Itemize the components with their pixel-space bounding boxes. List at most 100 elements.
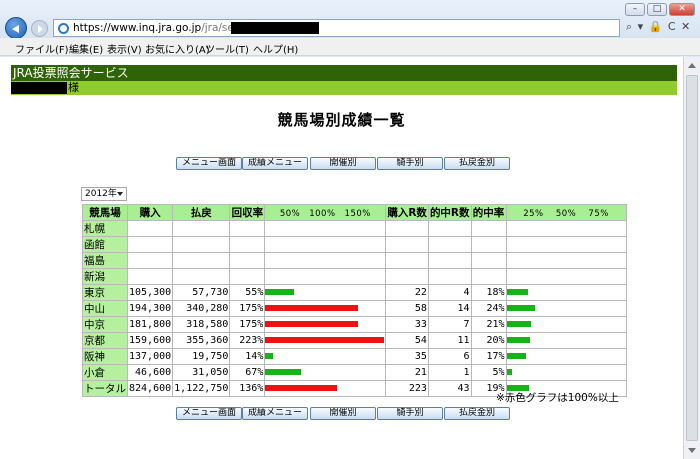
cell-bought-races: 35 bbox=[385, 348, 429, 365]
url-host: www.inq.jra.go.jp bbox=[110, 22, 202, 34]
cell-purchase bbox=[126, 236, 174, 253]
by-meeting-button-bottom[interactable]: 開催別 bbox=[310, 407, 376, 420]
cell-payout: 31,050 bbox=[172, 364, 231, 381]
cell-hit-races: 14 bbox=[427, 300, 472, 317]
cell-return-bar bbox=[264, 316, 387, 333]
table-row: 東京 105,300 57,730 55% 22 4 18% bbox=[82, 284, 627, 301]
hit-rate-bar bbox=[507, 321, 532, 327]
hit-rate-bar bbox=[507, 369, 513, 375]
cell-payout: 355,360 bbox=[172, 332, 231, 349]
cell-return-bar bbox=[264, 380, 387, 397]
cell-bought-races bbox=[385, 220, 429, 237]
cell-payout: 57,730 bbox=[172, 284, 231, 301]
cell-venue: 函館 bbox=[82, 236, 128, 253]
menu-favorites[interactable]: お気に入り(A) bbox=[145, 41, 210, 56]
col-return-scale: 50% 100% 150% bbox=[264, 204, 387, 221]
menu-view[interactable]: 表示(V) bbox=[107, 41, 142, 56]
table-row: 阪神 137,000 19,750 14% 35 6 17% bbox=[82, 348, 627, 365]
hit-rate-bar bbox=[507, 289, 528, 295]
cell-venue: 札幌 bbox=[82, 220, 128, 237]
scroll-down-arrow-icon[interactable] bbox=[688, 448, 696, 453]
cell-hit-bar bbox=[505, 252, 627, 269]
by-jockey-button-bottom[interactable]: 騎手別 bbox=[377, 407, 443, 420]
results-menu-button[interactable]: 成績メニュー bbox=[242, 157, 308, 170]
cell-payout: 318,580 bbox=[172, 316, 231, 333]
menu-screen-button-bottom[interactable]: メニュー画面 bbox=[176, 407, 242, 420]
cell-return-bar bbox=[264, 252, 387, 269]
cell-hit-races bbox=[427, 268, 472, 285]
table-row: 小倉 46,600 31,050 67% 21 1 5% bbox=[82, 364, 627, 381]
user-suffix: 様 bbox=[68, 81, 79, 94]
cell-venue: 阪神 bbox=[82, 348, 128, 365]
cell-bought-races bbox=[385, 252, 429, 269]
cell-payout bbox=[172, 220, 231, 237]
return-rate-bar bbox=[265, 321, 359, 327]
results-menu-button-bottom[interactable]: 成績メニュー bbox=[242, 407, 308, 420]
cell-return-rate: 14% bbox=[229, 348, 266, 365]
back-button[interactable] bbox=[5, 17, 27, 39]
forward-button[interactable] bbox=[31, 20, 48, 37]
page-viewport: JRA投票照会サービス 様 競馬場別成績一覧 メニュー画面 成績メニュー 開催別… bbox=[0, 57, 683, 459]
hit-rate-bar bbox=[507, 353, 527, 359]
by-jockey-button[interactable]: 騎手別 bbox=[377, 157, 443, 170]
cell-bought-races: 58 bbox=[385, 300, 429, 317]
cell-purchase: 46,600 bbox=[126, 364, 174, 381]
cell-hit-races: 1 bbox=[427, 364, 472, 381]
cell-return-rate: 55% bbox=[229, 284, 266, 301]
chart-note: ※赤色グラフは100%以上 bbox=[496, 392, 619, 404]
vertical-scrollbar[interactable] bbox=[683, 57, 700, 459]
table-row: 福島 bbox=[82, 252, 627, 269]
cell-payout: 340,280 bbox=[172, 300, 231, 317]
cell-hit-bar bbox=[505, 236, 627, 253]
scroll-up-arrow-icon[interactable] bbox=[688, 63, 696, 68]
scroll-thumb[interactable] bbox=[686, 75, 698, 441]
by-meeting-button[interactable]: 開催別 bbox=[310, 157, 376, 170]
service-header: JRA投票照会サービス bbox=[11, 65, 677, 81]
browser-toolbar: https://www.inq.jra.go.jp/jra/servlet/JR… bbox=[0, 0, 700, 39]
maximize-button[interactable]: □ bbox=[647, 3, 667, 16]
col-hit-races: 的中R数 bbox=[427, 204, 472, 221]
cell-venue: 京都 bbox=[82, 332, 128, 349]
col-hit-rate: 的中率 bbox=[470, 204, 507, 221]
cell-hit-rate: 20% bbox=[470, 332, 507, 349]
cell-bought-races: 54 bbox=[385, 332, 429, 349]
by-payout-button-bottom[interactable]: 払戻金別 bbox=[444, 407, 510, 420]
minimize-button[interactable]: – bbox=[625, 3, 645, 16]
by-payout-button[interactable]: 払戻金別 bbox=[444, 157, 510, 170]
menu-file[interactable]: ファイル(F) bbox=[15, 41, 69, 56]
cell-return-rate: 136% bbox=[229, 380, 266, 397]
cell-return-rate: 175% bbox=[229, 316, 266, 333]
address-controls[interactable]: ⌕ ▾ 🔒 C ✕ bbox=[626, 20, 691, 34]
table-row: 新潟 bbox=[82, 268, 627, 285]
cell-hit-rate bbox=[470, 268, 507, 285]
table-row: 札幌 bbox=[82, 220, 627, 237]
cell-venue: 東京 bbox=[82, 284, 128, 301]
year-select[interactable]: 2012年 bbox=[81, 187, 127, 201]
address-bar[interactable]: https://www.inq.jra.go.jp/jra/servlet/JR… bbox=[53, 19, 620, 37]
cell-hit-rate: 18% bbox=[470, 284, 507, 301]
cell-return-bar bbox=[264, 348, 387, 365]
cell-hit-races bbox=[427, 220, 472, 237]
cell-hit-bar bbox=[505, 348, 627, 365]
cell-hit-rate bbox=[470, 220, 507, 237]
cell-venue: トータル bbox=[82, 380, 128, 397]
cell-hit-bar bbox=[505, 220, 627, 237]
cell-hit-bar bbox=[505, 364, 627, 381]
cell-bought-races: 33 bbox=[385, 316, 429, 333]
cell-hit-rate bbox=[470, 236, 507, 253]
cell-return-bar bbox=[264, 332, 387, 349]
chevron-down-icon bbox=[117, 192, 123, 196]
menu-screen-button[interactable]: メニュー画面 bbox=[176, 157, 242, 170]
menu-tools[interactable]: ツール(T) bbox=[205, 41, 249, 56]
col-purchase: 購入 bbox=[126, 204, 174, 221]
menu-help[interactable]: ヘルプ(H) bbox=[253, 41, 298, 56]
return-rate-bar bbox=[265, 305, 359, 311]
close-button[interactable]: ✕ bbox=[669, 3, 695, 16]
cell-purchase: 181,800 bbox=[126, 316, 174, 333]
cell-payout: 1,122,750 bbox=[172, 380, 231, 397]
cell-venue: 福島 bbox=[82, 252, 128, 269]
cell-return-rate: 175% bbox=[229, 300, 266, 317]
cell-return-rate: 223% bbox=[229, 332, 266, 349]
menu-edit[interactable]: 編集(E) bbox=[69, 41, 103, 56]
page-title: 競馬場別成績一覧 bbox=[277, 111, 406, 129]
